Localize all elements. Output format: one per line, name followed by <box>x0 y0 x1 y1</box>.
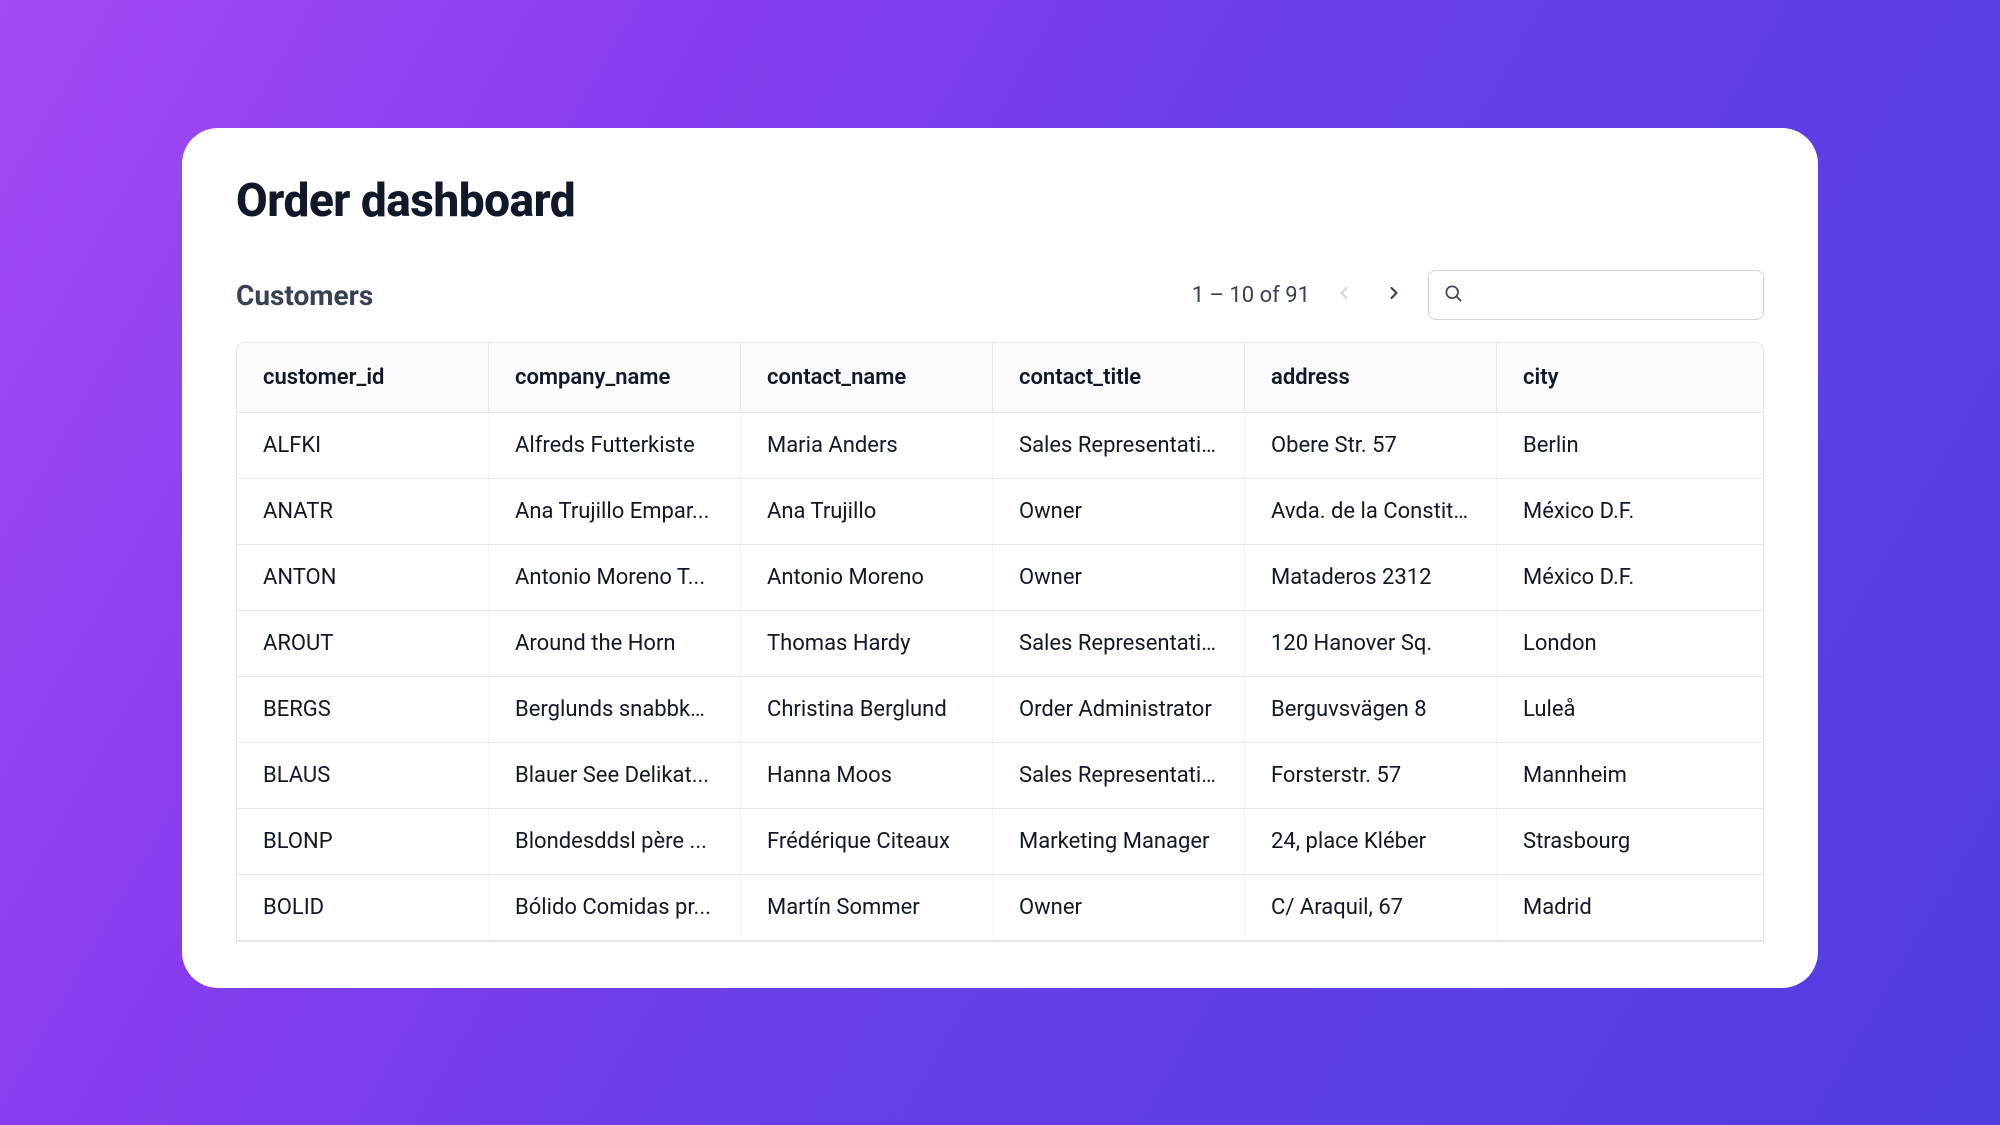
cell-contact-title: Sales Representati... <box>993 743 1245 808</box>
cell-contact-name: Frédérique Citeaux <box>741 809 993 874</box>
prev-page-button[interactable] <box>1328 279 1360 311</box>
col-header-address[interactable]: address <box>1245 343 1497 412</box>
cell-company-name: Around the Horn <box>489 611 741 676</box>
table-row[interactable]: BERGS Berglunds snabbköp Christina Bergl… <box>237 677 1763 743</box>
cell-city: Berlin <box>1497 413 1763 478</box>
cell-address: 120 Hanover Sq. <box>1245 611 1497 676</box>
cell-contact-name: Thomas Hardy <box>741 611 993 676</box>
cell-city: London <box>1497 611 1763 676</box>
customers-table: customer_id company_name contact_name co… <box>236 342 1764 942</box>
table-header-row: customer_id company_name contact_name co… <box>237 343 1763 413</box>
cell-address: C/ Araquil, 67 <box>1245 875 1497 940</box>
cell-contact-name: Hanna Moos <box>741 743 993 808</box>
cell-contact-title: Sales Representati... <box>993 413 1245 478</box>
cell-contact-name: Maria Anders <box>741 413 993 478</box>
cell-contact-title: Owner <box>993 479 1245 544</box>
cell-company-name: Blauer See Delikat... <box>489 743 741 808</box>
cell-city: Strasbourg <box>1497 809 1763 874</box>
table-row[interactable]: BOLID Bólido Comidas pr... Martín Sommer… <box>237 875 1763 941</box>
page-title: Order dashboard <box>236 174 1764 228</box>
cell-company-name: Alfreds Futterkiste <box>489 413 741 478</box>
cell-address: Obere Str. 57 <box>1245 413 1497 478</box>
cell-contact-title: Owner <box>993 875 1245 940</box>
toolbar-right: 1 – 10 of 91 <box>1192 270 1764 320</box>
cell-company-name: Ana Trujillo Empar... <box>489 479 741 544</box>
next-page-button[interactable] <box>1378 279 1410 311</box>
cell-city: México D.F. <box>1497 479 1763 544</box>
search-input[interactable] <box>1473 284 1749 307</box>
cell-company-name: Bólido Comidas pr... <box>489 875 741 940</box>
cell-city: Luleå <box>1497 677 1763 742</box>
cell-customer-id: BOLID <box>237 875 489 940</box>
table-row[interactable]: ANATR Ana Trujillo Empar... Ana Trujillo… <box>237 479 1763 545</box>
search-box[interactable] <box>1428 270 1764 320</box>
cell-contact-name: Antonio Moreno <box>741 545 993 610</box>
cell-customer-id: ALFKI <box>237 413 489 478</box>
cell-address: Mataderos 2312 <box>1245 545 1497 610</box>
cell-address: 24, place Kléber <box>1245 809 1497 874</box>
table-body: ALFKI Alfreds Futterkiste Maria Anders S… <box>237 413 1763 941</box>
cell-customer-id: AROUT <box>237 611 489 676</box>
col-header-city[interactable]: city <box>1497 343 1763 412</box>
cell-contact-title: Marketing Manager <box>993 809 1245 874</box>
cell-customer-id: BLONP <box>237 809 489 874</box>
cell-customer-id: BLAUS <box>237 743 489 808</box>
cell-company-name: Antonio Moreno T... <box>489 545 741 610</box>
dashboard-card: Order dashboard Customers 1 – 10 of 91 <box>182 128 1818 988</box>
cell-customer-id: ANTON <box>237 545 489 610</box>
chevron-right-icon <box>1384 283 1404 307</box>
cell-address: Berguvsvägen 8 <box>1245 677 1497 742</box>
cell-city: México D.F. <box>1497 545 1763 610</box>
cell-customer-id: ANATR <box>237 479 489 544</box>
cell-city: Madrid <box>1497 875 1763 940</box>
table-row[interactable]: ALFKI Alfreds Futterkiste Maria Anders S… <box>237 413 1763 479</box>
search-icon <box>1443 283 1463 307</box>
section-title: Customers <box>236 279 373 312</box>
table-row[interactable]: ANTON Antonio Moreno T... Antonio Moreno… <box>237 545 1763 611</box>
cell-address: Forsterstr. 57 <box>1245 743 1497 808</box>
cell-contact-name: Christina Berglund <box>741 677 993 742</box>
cell-address: Avda. de la Constit... <box>1245 479 1497 544</box>
table-row[interactable]: AROUT Around the Horn Thomas Hardy Sales… <box>237 611 1763 677</box>
cell-company-name: Berglunds snabbköp <box>489 677 741 742</box>
col-header-customer-id[interactable]: customer_id <box>237 343 489 412</box>
col-header-company-name[interactable]: company_name <box>489 343 741 412</box>
cell-contact-name: Ana Trujillo <box>741 479 993 544</box>
cell-contact-name: Martín Sommer <box>741 875 993 940</box>
cell-contact-title: Order Administrator <box>993 677 1245 742</box>
col-header-contact-name[interactable]: contact_name <box>741 343 993 412</box>
table-row[interactable]: BLAUS Blauer See Delikat... Hanna Moos S… <box>237 743 1763 809</box>
section-toolbar: Customers 1 – 10 of 91 <box>236 270 1764 320</box>
cell-company-name: Blondesddsl père ... <box>489 809 741 874</box>
cell-customer-id: BERGS <box>237 677 489 742</box>
cell-contact-title: Owner <box>993 545 1245 610</box>
cell-contact-title: Sales Representati... <box>993 611 1245 676</box>
table-row[interactable]: BLONP Blondesddsl père ... Frédérique Ci… <box>237 809 1763 875</box>
pagination-range: 1 – 10 of 91 <box>1192 283 1310 308</box>
cell-city: Mannheim <box>1497 743 1763 808</box>
chevron-left-icon <box>1334 283 1354 307</box>
col-header-contact-title[interactable]: contact_title <box>993 343 1245 412</box>
